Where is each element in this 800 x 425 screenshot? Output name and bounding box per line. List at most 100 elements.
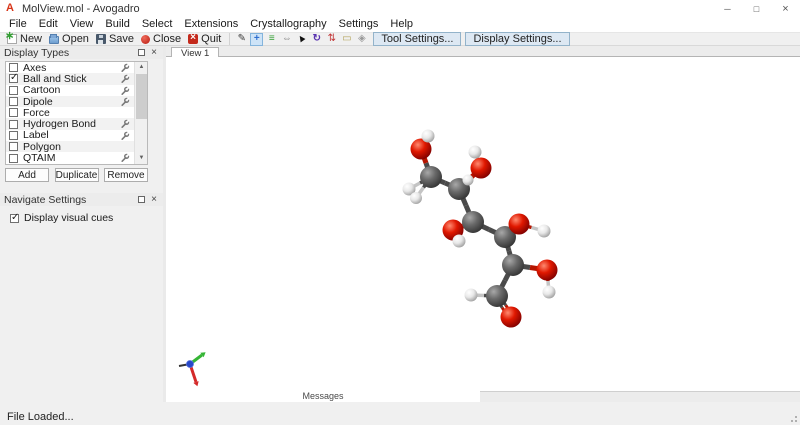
checkbox-qtaim[interactable] [9, 153, 18, 163]
display-type-label: Hydrogen Bond [23, 118, 96, 131]
menu-view[interactable]: View [64, 17, 100, 32]
checkbox-axes[interactable] [9, 63, 18, 73]
display-type-row-hydrogen-bond[interactable]: Hydrogen Bond [6, 118, 147, 131]
molecule-render [178, 129, 558, 387]
scrollbar-thumb[interactable] [136, 74, 147, 119]
display-types-list: Axes ✓ Ball and Stick Cartoon Dipole Force Hyd… [5, 61, 148, 165]
auto-rotate-tool[interactable]: ↻ [310, 33, 323, 46]
wrench-settings-icon[interactable] [120, 74, 130, 84]
remove-display-type-button[interactable]: Remove [104, 168, 148, 182]
float-panel-icon[interactable] [138, 49, 146, 56]
axes-widget [178, 352, 206, 387]
molecule-viewport[interactable] [166, 57, 800, 391]
wrench-settings-icon[interactable] [120, 97, 130, 107]
close-panel-icon[interactable]: × [151, 48, 157, 58]
tool-settings-button[interactable]: Tool Settings... [373, 32, 462, 46]
toolbar-open-button[interactable]: Open [46, 33, 92, 46]
wrench-settings-icon[interactable] [120, 86, 130, 96]
view-area: View 1 Messages [166, 46, 800, 402]
atom-c [420, 166, 442, 188]
display-type-row-axes[interactable]: Axes [6, 61, 147, 74]
display-type-row-label[interactable]: Label [6, 129, 147, 142]
open-folder-icon [49, 34, 60, 44]
toolbar-new-button[interactable]: New [4, 29, 45, 46]
menu-bar: File Edit View Build Select Extensions Crystal… [0, 17, 800, 32]
scroll-down-icon[interactable]: ▼ [135, 153, 147, 164]
navigate-tool[interactable]: + [250, 32, 264, 46]
quit-icon [188, 32, 199, 44]
close-panel-icon[interactable]: × [151, 195, 157, 205]
float-panel-icon[interactable] [138, 196, 146, 203]
display-type-row-ball-and-stick[interactable]: ✓ Ball and Stick [6, 72, 147, 85]
display-type-row-cartoon[interactable]: Cartoon [6, 84, 147, 96]
wrench-settings-icon[interactable] [120, 131, 130, 141]
status-message: File Loaded... [7, 411, 74, 423]
toolbar-quit-button[interactable]: Quit [185, 32, 224, 46]
checkbox-force[interactable] [9, 108, 18, 118]
toolbar-save-button[interactable]: Save [93, 33, 137, 46]
display-type-row-qtaim[interactable]: QTAIM [6, 152, 147, 165]
display-types-scrollbar[interactable]: ▲ ▼ [134, 62, 147, 164]
manipulate-tool-icon: ⇔ [281, 33, 292, 44]
bond-centric-tool-icon: ≡ [268, 33, 275, 44]
align-tool[interactable]: ◈ [355, 33, 368, 46]
wrench-settings-icon[interactable] [120, 153, 130, 163]
resize-grip[interactable] [791, 416, 797, 422]
navigate-tool-icon: + [253, 33, 260, 44]
messages-dock-filler [480, 391, 800, 402]
display-type-label: Force [23, 106, 50, 119]
align-tool-icon: ◈ [357, 33, 366, 44]
checkbox-cartoon[interactable] [9, 85, 18, 95]
display-type-row-force[interactable]: Force [6, 106, 147, 119]
atom-c [462, 211, 484, 233]
menu-help[interactable]: Help [384, 17, 419, 32]
display-type-label: QTAIM [23, 152, 56, 165]
minimize-button[interactable]: ─ [713, 0, 742, 17]
toolbar-close-button[interactable]: Close [138, 33, 184, 46]
checkbox-polygon[interactable] [9, 142, 18, 152]
measure-tool-icon: ▭ [342, 33, 352, 44]
atom-o [536, 259, 558, 281]
menu-extensions[interactable]: Extensions [178, 17, 244, 32]
display-type-label: Label [23, 129, 49, 142]
display-types-panel-header: Display Types × [0, 46, 163, 59]
manipulate-tool[interactable]: ⇔ [280, 33, 293, 46]
menu-settings[interactable]: Settings [333, 17, 385, 32]
navigate-settings-panel-title: Navigate Settings [4, 193, 87, 206]
display-visual-cues-checkbox[interactable]: ✓ [10, 212, 19, 223]
maximize-button[interactable]: □ [742, 0, 771, 17]
measure-tool[interactable]: ▭ [340, 33, 353, 46]
display-type-row-polygon[interactable]: Polygon [6, 141, 147, 153]
atom-h [542, 285, 556, 299]
wrench-settings-icon[interactable] [120, 119, 130, 129]
menu-build[interactable]: Build [99, 17, 135, 32]
display-type-label: Axes [23, 61, 47, 74]
toolbar-button-label: New [20, 33, 43, 45]
menu-edit[interactable]: Edit [33, 17, 64, 32]
checkbox-label[interactable] [9, 130, 18, 140]
scroll-up-icon[interactable]: ▲ [135, 62, 147, 73]
checkbox-dipole[interactable] [9, 97, 18, 107]
add-display-type-button[interactable]: Add [5, 168, 49, 182]
messages-dock-title[interactable]: Messages [166, 391, 480, 402]
menu-select[interactable]: Select [136, 17, 179, 32]
messages-dock: Messages [166, 391, 800, 402]
atom-h [464, 288, 478, 302]
close-window-button[interactable]: × [771, 0, 800, 17]
selection-tool[interactable]: ▲ [294, 31, 308, 46]
auto-optimize-tool[interactable]: ⇅ [325, 33, 338, 46]
display-settings-button[interactable]: Display Settings... [465, 32, 570, 46]
duplicate-display-type-button[interactable]: Duplicate [54, 168, 99, 182]
menu-crystallography[interactable]: Crystallography [244, 17, 332, 32]
avogadro-logo-icon: A [6, 2, 14, 14]
checkbox-hydrogen-bond[interactable] [9, 119, 18, 129]
draw-tool[interactable]: ✎ [235, 33, 248, 46]
checkbox-ball-and-stick[interactable]: ✓ [9, 72, 18, 84]
bond-centric-tool[interactable]: ≡ [265, 33, 278, 46]
atom-c [502, 254, 524, 276]
toolbar-button-label: Save [108, 33, 135, 45]
atom-h [421, 129, 435, 143]
atom-c [486, 285, 508, 307]
display-type-row-dipole[interactable]: Dipole [6, 96, 147, 108]
wrench-settings-icon[interactable] [120, 63, 130, 73]
